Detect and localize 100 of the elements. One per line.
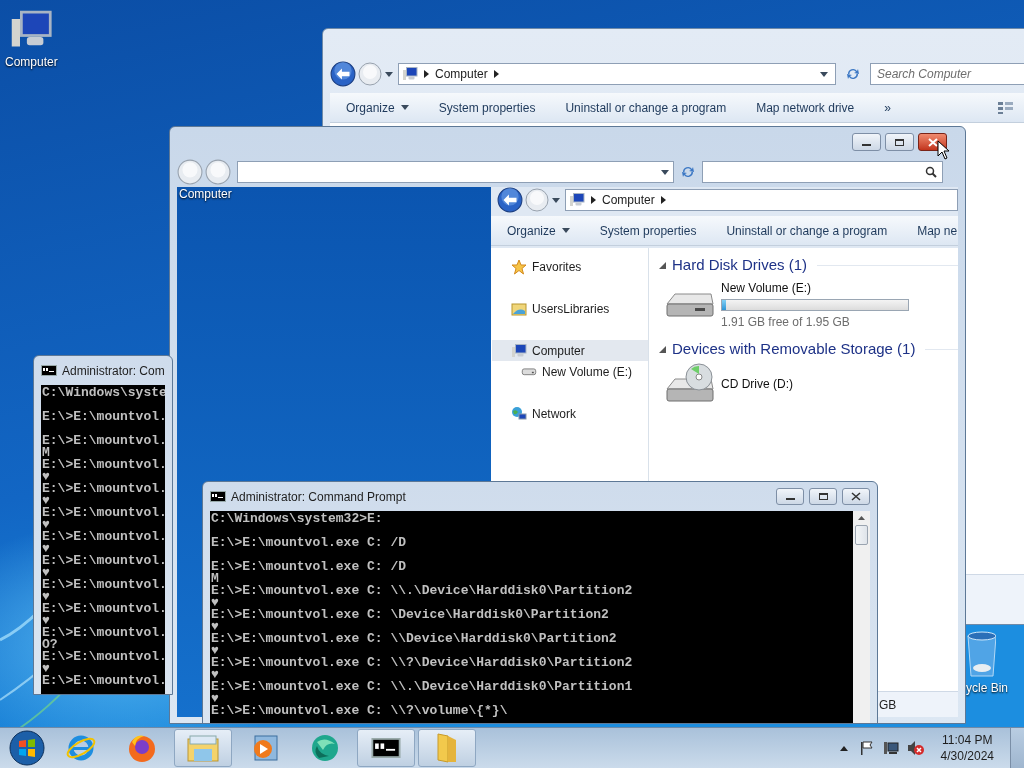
toolbar-button[interactable]: System properties xyxy=(430,95,544,120)
speaker-muted-icon[interactable] xyxy=(906,740,925,756)
search-field[interactable]: Search Computer xyxy=(870,63,1024,85)
computer-icon xyxy=(511,342,527,359)
toolbar-button[interactable]: Uninstall or change a program xyxy=(718,218,896,243)
console-line: ♥ xyxy=(42,471,50,483)
address-bar[interactable]: Computer xyxy=(398,63,836,85)
toolbar-button[interactable]: Map network drive xyxy=(748,95,863,120)
console-line: ♥ xyxy=(211,621,219,633)
console-line: E:\>E:\mountvol. xyxy=(42,675,165,687)
app-icon xyxy=(309,732,341,764)
console-line: ♥ xyxy=(211,597,219,609)
nav-item[interactable]: Computer xyxy=(492,340,648,361)
group-header[interactable]: Devices with Removable Storage (1) xyxy=(672,337,916,361)
console-icon xyxy=(371,738,401,758)
toolbar-button[interactable]: » xyxy=(876,95,899,120)
cursor-icon xyxy=(937,140,950,160)
collapse-icon[interactable] xyxy=(659,261,666,269)
chevron-right-icon[interactable] xyxy=(660,196,666,204)
nav-item[interactable]: New Volume (E:) xyxy=(492,361,648,382)
maximize-button[interactable] xyxy=(885,133,914,151)
address-bar[interactable]: Computer xyxy=(565,189,958,211)
toolbar-button[interactable]: Organize xyxy=(338,95,417,120)
history-dropdown-icon[interactable] xyxy=(552,197,560,203)
search-field[interactable] xyxy=(702,161,943,183)
console-line: M xyxy=(211,573,219,585)
console-line: ♥ xyxy=(211,669,219,681)
console-line: E:\>E:\mountvol. xyxy=(42,507,165,519)
folder-icon xyxy=(186,733,220,763)
breadcrumb-item[interactable]: Computer xyxy=(602,191,655,209)
console-line: E:\>E:\mountvol. xyxy=(42,483,165,495)
computer-icon xyxy=(402,66,418,82)
drive-name[interactable]: CD Drive (D:) xyxy=(721,375,793,393)
close-button[interactable] xyxy=(842,488,870,505)
console-line: ♥ xyxy=(42,543,50,555)
maximize-button[interactable] xyxy=(809,488,837,505)
nav-item[interactable]: UsersLibraries xyxy=(492,298,648,319)
nav-item[interactable]: Favorites xyxy=(492,256,648,277)
console-line: E:\>E:\mountvol.exe C: \\Device\Harddisk0\Partition2 xyxy=(211,633,618,645)
taskbar-button[interactable] xyxy=(357,729,415,767)
refresh-icon[interactable] xyxy=(680,164,696,180)
collapse-icon[interactable] xyxy=(659,345,666,353)
minimize-button[interactable] xyxy=(776,488,804,505)
close-icon xyxy=(851,492,861,501)
toolbar-button[interactable]: Map ne xyxy=(909,218,958,243)
back-button[interactable] xyxy=(330,61,356,87)
view-options-icon[interactable] xyxy=(997,100,1015,115)
cd-drive-icon[interactable] xyxy=(665,363,715,405)
chevron-right-icon[interactable] xyxy=(591,196,596,204)
refresh-icon[interactable] xyxy=(845,66,861,82)
toolbar-button[interactable]: System properties xyxy=(591,218,705,243)
toolbar-button[interactable]: Uninstall or change a program xyxy=(557,95,735,120)
console-line: ♥ xyxy=(42,495,50,507)
console-line: ♥ xyxy=(211,645,219,657)
network-icon[interactable] xyxy=(882,740,899,756)
flag-icon[interactable] xyxy=(859,741,874,755)
hard-drive-icon[interactable] xyxy=(665,290,715,320)
chevron-right-icon[interactable] xyxy=(493,70,499,78)
console-icon xyxy=(41,365,57,376)
recycle-bin-icon[interactable] xyxy=(966,630,996,678)
desktop-icon-label[interactable]: Computer xyxy=(5,56,58,68)
console-line: E:\>E:\mountvol. xyxy=(42,603,165,615)
breadcrumb-item[interactable]: Computer xyxy=(435,65,488,83)
computer-icon xyxy=(569,192,585,208)
caret-icon xyxy=(400,105,409,110)
console-line: E:\>E:\mountvol. xyxy=(42,555,165,567)
minimize-button[interactable] xyxy=(852,133,881,151)
start-button[interactable] xyxy=(8,729,46,767)
drive-icon xyxy=(521,366,537,377)
caret-icon xyxy=(561,228,570,233)
scroll-up-icon[interactable] xyxy=(858,516,865,520)
nav-item[interactable]: Network xyxy=(492,403,648,424)
console-line: E:\>E:\mountvol.exe C: /D xyxy=(211,561,408,573)
console-line: E:\>E:\mountvol. xyxy=(42,459,165,471)
dropdown-icon[interactable] xyxy=(820,71,828,77)
console-line: E:\>E:\mountvol.exe C: \\?\Device\Harddisk0\Partition2 xyxy=(211,657,634,669)
chevron-right-icon[interactable] xyxy=(424,70,429,78)
folder-icon xyxy=(511,300,527,317)
console-line: ♥ xyxy=(42,591,50,603)
scrollbar[interactable] xyxy=(853,511,870,723)
scrollbar-thumb[interactable] xyxy=(855,525,868,545)
console-line: C:\Windows\system32>E: xyxy=(211,513,384,525)
console-line: ♥ xyxy=(42,663,50,675)
clock[interactable]: 11:04 PM 4/30/2024 xyxy=(940,732,994,764)
status-text: GB xyxy=(879,696,897,714)
search-icon xyxy=(925,166,937,178)
clock-date: 4/30/2024 xyxy=(940,748,994,764)
console-line: E:\>E:\mountvol. xyxy=(42,435,165,447)
history-dropdown-icon[interactable] xyxy=(385,71,393,77)
console-line: M xyxy=(42,447,50,459)
console-line: ♥ xyxy=(211,693,219,705)
console-line: E:\>E:\mountvol. xyxy=(42,627,165,639)
console-line: E:\>E:\mountvol. xyxy=(42,579,165,591)
network-icon xyxy=(511,405,527,422)
back-button[interactable] xyxy=(497,187,523,213)
group-header[interactable]: Hard Disk Drives (1) xyxy=(672,253,807,277)
drive-name[interactable]: New Volume (E:) xyxy=(721,279,909,297)
toolbar-button[interactable]: Organize xyxy=(499,218,578,243)
console-line: E:\>E:\mountvol.exe C: \\.\Device\Harddisk0\Partition1 xyxy=(211,681,634,693)
show-hidden-icons-button[interactable] xyxy=(839,745,848,751)
